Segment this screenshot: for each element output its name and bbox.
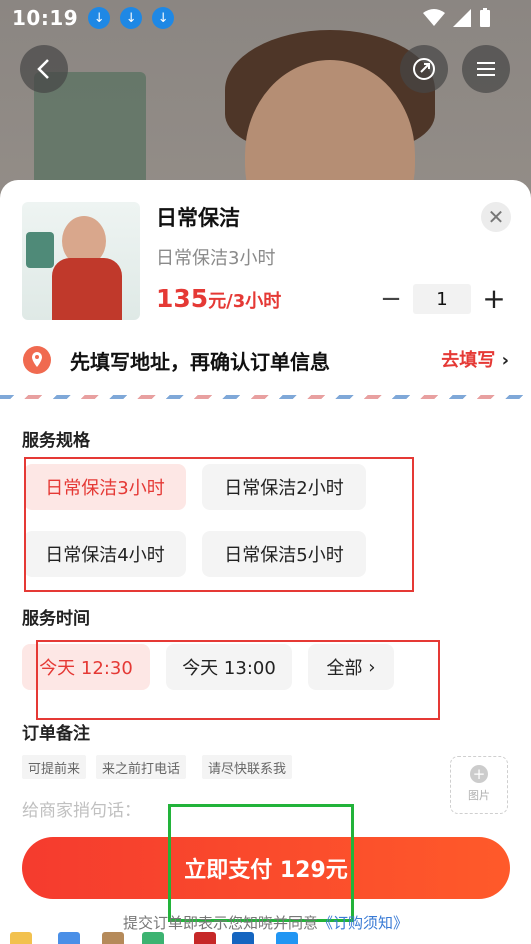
quantity-value[interactable]: 1 [413, 284, 471, 314]
envelope-stripe-divider [0, 395, 531, 399]
plus-icon: + [470, 765, 488, 783]
chevron-left-icon [37, 59, 49, 79]
address-prompt: 先填写地址，再确认订单信息 [70, 350, 330, 374]
plus-icon: + [482, 281, 506, 315]
fill-address-label: 去填写 [441, 350, 496, 371]
status-time: 10:19 [12, 6, 79, 30]
status-bar: 10:19 ↓ ↓ ↓ [0, 0, 531, 36]
chevron-right-icon: › [501, 350, 509, 371]
taskbar-peek [0, 932, 531, 944]
spec-section-title: 服务规格 [22, 431, 90, 451]
add-image-label: 图片 [468, 789, 490, 802]
close-button[interactable]: ✕ [481, 202, 511, 232]
download-icon: ↓ [120, 7, 143, 29]
back-button[interactable] [20, 45, 68, 93]
price-unit: 元/3小时 [208, 291, 282, 312]
fill-address-link[interactable]: 去填写 › [441, 346, 509, 372]
product-subtitle: 日常保洁3小时 [156, 248, 276, 269]
product-price: 135元/3小时 [156, 284, 281, 313]
address-row[interactable]: 先填写地址，再确认订单信息 去填写 › [0, 330, 531, 398]
product-title: 日常保洁 [156, 206, 240, 230]
minus-icon: − [380, 284, 402, 314]
battery-icon [480, 8, 490, 27]
pay-highlight-box [168, 804, 354, 922]
menu-button[interactable] [462, 45, 510, 93]
remark-input[interactable]: 给商家捎句话： [22, 796, 141, 821]
quantity-increase-button[interactable]: + [480, 281, 508, 315]
share-icon [413, 58, 435, 80]
price-value: 135 [156, 284, 209, 313]
download-icon: ↓ [152, 7, 175, 29]
download-icon: ↓ [88, 7, 111, 29]
quantity-decrease-button[interactable]: − [378, 284, 404, 314]
time-highlight-box [36, 640, 440, 720]
agreement-text: 提交订单即表示您知晓并同意《订购须知》 [0, 912, 531, 933]
remark-tag[interactable]: 来之前打电话 [96, 755, 187, 779]
time-section-title: 服务时间 [22, 609, 90, 629]
product-thumbnail [22, 202, 140, 320]
signal-icon [453, 9, 471, 27]
remark-section-title: 订单备注 [22, 724, 90, 744]
remark-tag[interactable]: 可提前来 [22, 755, 87, 779]
order-sheet: 日常保洁 日常保洁3小时 135元/3小时 ✕ − 1 + 先填写地址，再确认订… [0, 180, 531, 944]
location-pin-icon [23, 346, 51, 374]
spec-highlight-box [24, 457, 414, 592]
terms-link[interactable]: 《订购须知》 [318, 914, 408, 932]
close-icon: ✕ [487, 205, 505, 229]
agreement-prefix: 提交订单即表示您知晓并同意 [122, 914, 318, 932]
wifi-icon [423, 9, 445, 26]
menu-icon [477, 62, 495, 76]
remark-tag[interactable]: 请尽快联系我 [202, 755, 293, 779]
share-button[interactable] [400, 45, 448, 93]
add-image-button[interactable]: + 图片 [450, 756, 508, 814]
